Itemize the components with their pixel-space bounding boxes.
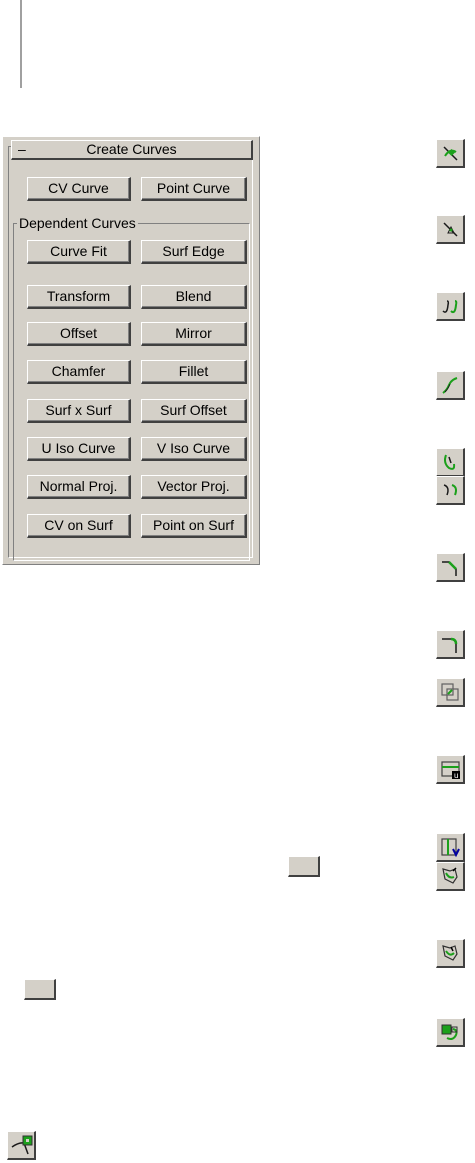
fillet-curve-icon-button[interactable] <box>436 630 465 659</box>
blend-curve-icon <box>444 454 456 470</box>
mirror-button[interactable]: Mirror <box>141 322 247 346</box>
fillet-button[interactable]: Fillet <box>141 360 247 384</box>
cv-on-surf-button[interactable]: CV on Surf <box>27 514 131 538</box>
point-curve-icon-button[interactable] <box>436 215 465 244</box>
point-curve-button[interactable]: Point Curve <box>141 177 247 201</box>
blank-small-button[interactable] <box>288 856 320 877</box>
curve-fit-button[interactable]: Curve Fit <box>27 240 131 264</box>
curve-fit-icon <box>442 300 458 314</box>
normal-proj-icon <box>442 867 458 884</box>
cv-on-surf-icon-button[interactable] <box>436 1018 465 1047</box>
transform-curve-icon <box>442 377 458 394</box>
surf-edge-button[interactable]: Surf Edge <box>141 240 247 264</box>
surf-edge-icon <box>11 1135 33 1155</box>
surf-edge-icon-button[interactable] <box>7 1131 36 1160</box>
blend-button[interactable]: Blend <box>141 285 247 309</box>
vector-proj-button[interactable]: Vector Proj. <box>141 475 247 499</box>
v-iso-curve-button[interactable]: V Iso Curve <box>141 437 247 461</box>
surf-x-surf-button[interactable]: Surf x Surf <box>27 399 131 423</box>
rollout-title: Create Curves <box>86 141 177 157</box>
blank-small-button[interactable] <box>24 979 56 1000</box>
v-iso-curve-icon-button[interactable] <box>436 833 465 862</box>
surf-offset-button[interactable]: Surf Offset <box>141 399 247 423</box>
surf-x-surf-icon-button[interactable] <box>436 678 465 707</box>
chamfer-curve-icon <box>442 561 457 576</box>
blend-curve-icon-button[interactable] <box>436 448 465 477</box>
curve-fit-icon-button[interactable] <box>436 292 465 321</box>
vector-proj-icon <box>442 945 458 961</box>
normal-proj-button[interactable]: Normal Proj. <box>27 475 131 499</box>
point-curve-icon <box>443 222 458 237</box>
vector-proj-icon-button[interactable] <box>436 939 465 968</box>
v-iso-curve-icon <box>441 838 460 858</box>
point-on-surf-button[interactable]: Point on Surf <box>141 514 247 538</box>
dependent-curves-group <box>13 223 250 561</box>
svg-text:u: u <box>454 771 458 780</box>
offset-curve-icon-button[interactable] <box>436 476 465 505</box>
fillet-curve-icon <box>442 637 458 653</box>
chamfer-curve-icon-button[interactable] <box>436 553 465 582</box>
u-iso-curve-icon-button[interactable]: u <box>436 755 465 784</box>
vertical-divider <box>20 0 22 88</box>
cv-curve-icon <box>443 146 458 161</box>
rollout-title-bar[interactable]: – Create Curves <box>11 140 253 160</box>
cv-on-surf-icon <box>441 1024 458 1040</box>
surf-x-surf-icon <box>441 683 459 701</box>
offset-curve-icon <box>443 484 457 496</box>
cv-curve-icon-button[interactable] <box>436 139 465 168</box>
u-iso-curve-button[interactable]: U Iso Curve <box>27 437 131 461</box>
transform-button[interactable]: Transform <box>27 285 131 309</box>
offset-button[interactable]: Offset <box>27 322 131 346</box>
cv-curve-button[interactable]: CV Curve <box>27 177 131 201</box>
create-curves-rollout: – Create Curves CV Curve Point Curve Dep… <box>2 136 260 565</box>
normal-proj-icon-button[interactable] <box>436 862 465 891</box>
transform-curve-icon-button[interactable] <box>436 371 465 400</box>
dependent-curves-label: Dependent Curves <box>17 215 138 231</box>
u-iso-curve-icon: u <box>441 761 460 780</box>
chamfer-button[interactable]: Chamfer <box>27 360 131 384</box>
